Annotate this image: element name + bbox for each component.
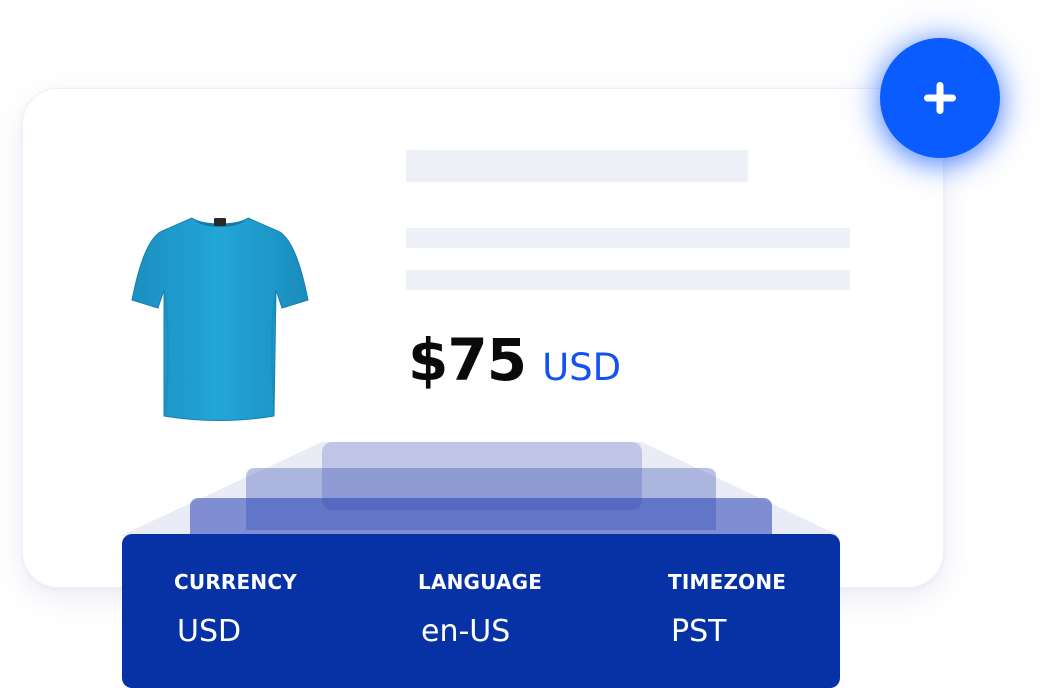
setting-value: USD [177, 614, 242, 649]
tshirt-image [131, 217, 309, 421]
setting-value: en-US [421, 614, 511, 649]
stacked-card-front [190, 498, 772, 538]
setting-label: TIMEZONE [668, 570, 787, 594]
plus-icon [924, 82, 956, 114]
price-amount: $75 [408, 326, 527, 394]
description-placeholder-line [406, 270, 850, 290]
stage: $75 USD CURRENCY USD LANGUAGE en-US TIME… [0, 0, 1048, 688]
add-button[interactable] [880, 38, 1000, 158]
description-placeholder-line [406, 228, 850, 248]
title-placeholder [406, 150, 748, 182]
setting-label: LANGUAGE [418, 570, 543, 594]
price: $75 USD [408, 326, 621, 394]
setting-label: CURRENCY [174, 570, 297, 594]
locale-settings-panel: CURRENCY USD LANGUAGE en-US TIMEZONE PST [122, 534, 840, 688]
setting-value: PST [671, 614, 727, 649]
price-currency: USD [542, 346, 622, 389]
